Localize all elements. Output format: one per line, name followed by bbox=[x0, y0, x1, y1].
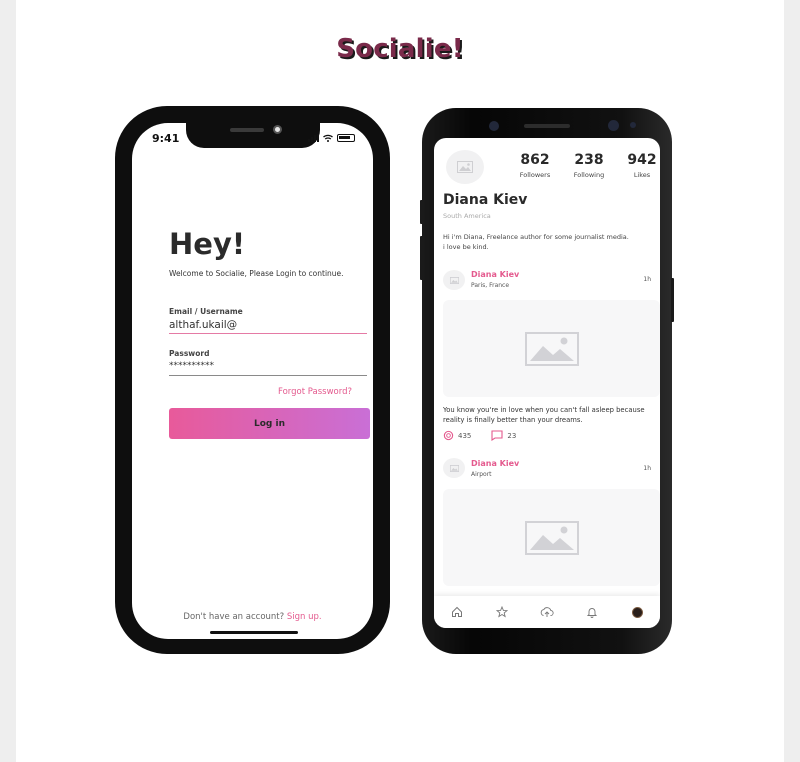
status-icons bbox=[308, 134, 355, 142]
post-place: Paris, France bbox=[471, 282, 510, 289]
post-text-line: reality is finally better than your drea… bbox=[443, 416, 583, 424]
front-camera bbox=[608, 120, 619, 131]
nav-upload[interactable] bbox=[536, 601, 558, 623]
email-field[interactable]: althaf.ukail@ bbox=[169, 319, 237, 331]
front-camera bbox=[273, 125, 282, 134]
stat-following[interactable]: 238 Following bbox=[564, 152, 614, 179]
post-author[interactable]: Diana Kiev bbox=[471, 459, 519, 468]
login-screen: 9:41 Hey! Welcome to Socialie, Please Lo… bbox=[132, 123, 373, 639]
login-button[interactable]: Log in bbox=[169, 408, 370, 439]
post-time: 1h bbox=[643, 465, 651, 472]
canvas: Socialie! 9:41 Hey! Welcome to Socialie,… bbox=[16, 0, 784, 762]
signup-link[interactable]: Sign up. bbox=[287, 612, 322, 622]
like-icon[interactable] bbox=[443, 430, 454, 441]
star-icon bbox=[495, 606, 508, 618]
battery-icon bbox=[337, 134, 355, 142]
post-time: 1h bbox=[643, 276, 651, 283]
stat-value: 862 bbox=[520, 152, 550, 168]
stat-label: Following bbox=[573, 171, 605, 179]
signal-icon bbox=[308, 134, 319, 142]
email-underline bbox=[169, 333, 367, 334]
nav-favorites[interactable] bbox=[491, 601, 513, 623]
profile-screen: 862 Followers 238 Following 942 Likes Di… bbox=[434, 138, 660, 628]
stat-likes[interactable]: 942 Likes bbox=[617, 152, 660, 179]
password-underline bbox=[169, 375, 367, 376]
post-place: Airport bbox=[471, 471, 492, 478]
password-field[interactable]: ********** bbox=[169, 361, 214, 371]
stat-value: 238 bbox=[574, 152, 604, 168]
login-heading: Hey! bbox=[169, 227, 246, 261]
sensor bbox=[489, 121, 499, 131]
password-label: Password bbox=[169, 349, 210, 358]
status-time: 9:41 bbox=[152, 132, 180, 145]
profile-avatar bbox=[631, 606, 643, 618]
speaker bbox=[524, 124, 570, 128]
post-avatar[interactable] bbox=[443, 270, 465, 290]
image-placeholder-icon bbox=[524, 331, 579, 366]
image-placeholder-icon bbox=[449, 464, 459, 472]
image-placeholder-icon bbox=[449, 276, 459, 284]
post-text-line: You know you're in love when you can't f… bbox=[443, 406, 645, 414]
profile-bio: Hi i'm Diana, Freelance author for some … bbox=[443, 232, 629, 252]
like-count: 435 bbox=[458, 431, 472, 440]
forgot-password-link[interactable]: Forgot Password? bbox=[278, 387, 352, 397]
profile-avatar[interactable] bbox=[446, 150, 484, 184]
phone-notch bbox=[186, 123, 320, 148]
sensor bbox=[630, 122, 636, 128]
post-image[interactable] bbox=[443, 300, 660, 397]
stat-label: Likes bbox=[633, 171, 651, 179]
post-author[interactable]: Diana Kiev bbox=[471, 270, 519, 279]
iphone-frame: 9:41 Hey! Welcome to Socialie, Please Lo… bbox=[115, 106, 390, 654]
bio-line: Hi i'm Diana, Freelance author for some … bbox=[443, 233, 629, 241]
home-indicator bbox=[210, 631, 298, 634]
comment-count: 23 bbox=[507, 431, 517, 440]
wifi-icon bbox=[323, 134, 333, 142]
bottom-nav bbox=[434, 596, 660, 628]
stat-value: 942 bbox=[627, 152, 657, 168]
signup-prompt-text: Don't have an account? bbox=[183, 612, 285, 622]
nav-profile[interactable] bbox=[626, 601, 648, 623]
upload-cloud-icon bbox=[540, 607, 554, 617]
post-text: You know you're in love when you can't f… bbox=[443, 405, 658, 425]
volume-button bbox=[420, 200, 423, 224]
post-avatar[interactable] bbox=[443, 458, 465, 478]
speaker bbox=[230, 128, 264, 132]
login-subtitle: Welcome to Socialie, Please Login to con… bbox=[169, 269, 344, 278]
profile-name: Diana Kiev bbox=[443, 192, 528, 208]
power-button bbox=[671, 278, 674, 322]
nav-home[interactable] bbox=[446, 601, 468, 623]
post-image[interactable] bbox=[443, 489, 660, 586]
comment-icon[interactable] bbox=[491, 430, 503, 441]
bio-line: i love be kind. bbox=[443, 243, 489, 251]
post-actions: 435 23 bbox=[443, 430, 516, 441]
email-label: Email / Username bbox=[169, 307, 243, 316]
image-placeholder-icon bbox=[524, 520, 579, 555]
android-frame: 862 Followers 238 Following 942 Likes Di… bbox=[420, 108, 674, 654]
stat-label: Followers bbox=[519, 171, 551, 179]
nav-notifications[interactable] bbox=[581, 601, 603, 623]
app-title: Socialie! bbox=[336, 34, 464, 64]
stat-followers[interactable]: 862 Followers bbox=[510, 152, 560, 179]
image-placeholder-icon bbox=[457, 161, 473, 173]
bell-icon bbox=[587, 608, 598, 618]
signup-prompt: Don't have an account? Sign up. bbox=[132, 612, 373, 622]
profile-location: South America bbox=[443, 212, 491, 220]
home-icon bbox=[451, 606, 462, 617]
volume-button bbox=[420, 236, 423, 280]
